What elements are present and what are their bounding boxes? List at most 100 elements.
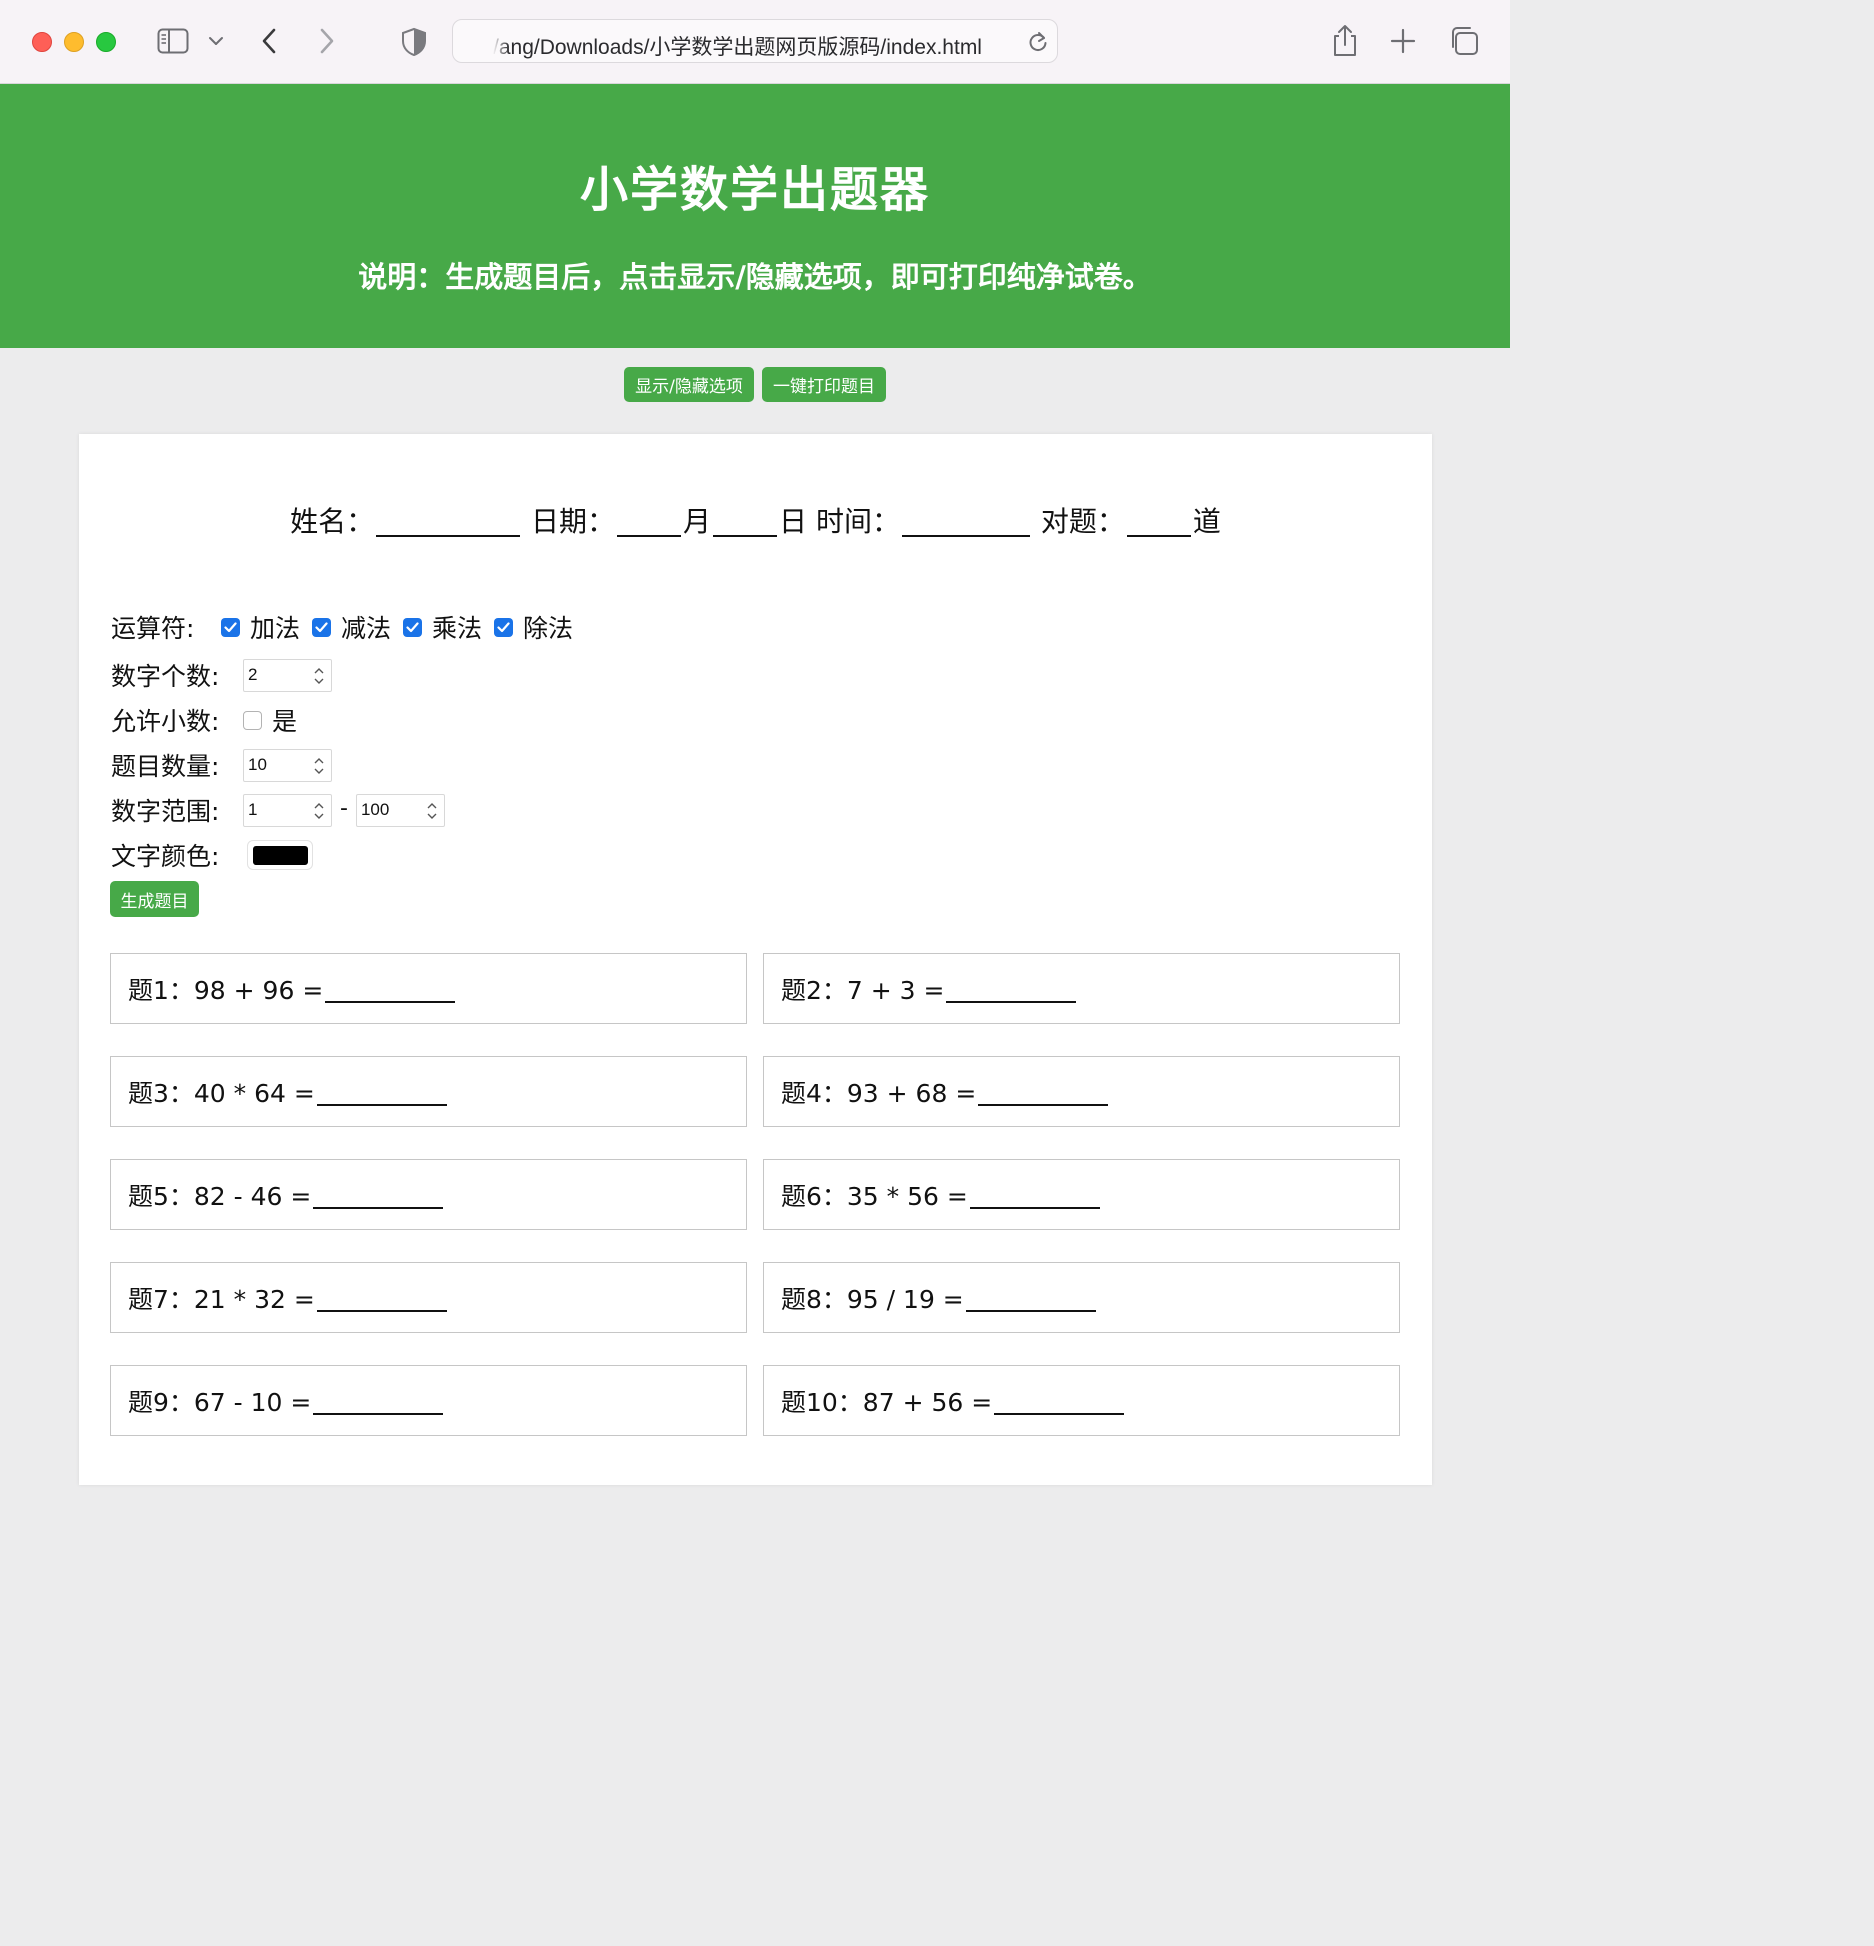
name-label: 姓名： <box>290 505 375 538</box>
browser-toolbar: /ang/Downloads/小学数学出题网页版源码/index.html <box>0 0 1510 84</box>
answer-blank <box>313 1181 444 1209</box>
question-text: 题9：67 - 10 = <box>128 1387 312 1417</box>
reload-icon[interactable] <box>1027 30 1049 58</box>
number-count-row: 数字个数: 2 <box>111 657 332 693</box>
question-text: 题10：87 + 56 = <box>781 1387 993 1417</box>
time-label: 时间： <box>815 505 900 538</box>
question-text: 题3：40 * 64 = <box>128 1078 315 1108</box>
close-window-button[interactable] <box>32 32 52 52</box>
allow-decimal-option: 是 <box>272 707 298 736</box>
number-range-row: 数字范围: 1 - 100 <box>111 792 445 828</box>
text-color-row: 文字颜色: <box>111 837 313 873</box>
range-min-input[interactable]: 1 <box>243 793 332 827</box>
question-quantity-value: 10 <box>248 755 267 774</box>
stepper-icon[interactable] <box>313 801 325 821</box>
answer-blank <box>325 975 456 1003</box>
range-max-input[interactable]: 100 <box>355 793 445 827</box>
question-item: 题1：98 + 96 = <box>110 953 747 1024</box>
question-item: 题6：35 * 56 = <box>763 1159 1400 1230</box>
text-color-swatch <box>252 845 308 865</box>
instructions-text: 说明：生成题目后，点击显示/隐藏选项，即可打印纯净试卷。 <box>358 260 1152 294</box>
range-separator: - <box>340 795 348 821</box>
correct-label: 对题： <box>1040 505 1125 538</box>
generate-questions-button[interactable]: 生成题目 <box>110 881 199 917</box>
number-count-input[interactable]: 2 <box>243 658 332 692</box>
division-checkbox[interactable] <box>494 617 514 637</box>
answer-blank <box>994 1387 1125 1415</box>
answer-blank <box>313 1387 444 1415</box>
question-quantity-label: 题目数量: <box>111 752 220 781</box>
day-blank <box>713 505 778 537</box>
allow-decimal-checkbox[interactable] <box>243 710 262 730</box>
operators-label: 运算符: <box>111 614 195 643</box>
date-label: 日期： <box>531 505 616 538</box>
answer-blank <box>316 1078 447 1106</box>
question-item: 题2：7 + 3 = <box>763 953 1400 1024</box>
question-quantity-input[interactable]: 10 <box>243 748 332 782</box>
division-label: 除法 <box>523 614 574 643</box>
correct-blank <box>1126 505 1191 537</box>
addition-checkbox[interactable] <box>221 617 240 637</box>
question-text: 题7：21 * 32 = <box>128 1284 315 1314</box>
text-color-picker[interactable] <box>247 840 313 870</box>
answer-blank <box>965 1284 1096 1312</box>
operators-row: 运算符: 加法 减法 乘法 除法 <box>111 609 585 645</box>
question-item: 题3：40 * 64 = <box>110 1056 747 1127</box>
number-range-label: 数字范围: <box>111 797 220 826</box>
worksheet-paper: 姓名： 日期： 月 日 时间： 对题： 道 运算符: 加法 减法 乘法 除法 数字个数… <box>79 434 1432 1485</box>
page-title: 小学数学出题器 <box>579 162 930 218</box>
stepper-icon[interactable] <box>313 756 325 776</box>
privacy-shield-icon[interactable] <box>400 27 428 57</box>
question-quantity-row: 题目数量: 10 <box>111 747 332 783</box>
question-text: 题1：98 + 96 = <box>128 975 324 1005</box>
share-icon[interactable] <box>1330 24 1360 58</box>
time-blank <box>901 505 1030 537</box>
correct-unit: 道 <box>1192 505 1221 538</box>
answer-blank <box>316 1284 447 1312</box>
minimize-window-button[interactable] <box>64 32 84 52</box>
number-count-label: 数字个数: <box>111 662 220 691</box>
stepper-icon[interactable] <box>426 801 438 821</box>
chevron-down-icon[interactable] <box>205 34 227 48</box>
multiplication-label: 乘法 <box>432 614 483 643</box>
student-info-line: 姓名： 日期： 月 日 时间： 对题： 道 <box>79 500 1432 540</box>
multiplication-checkbox[interactable] <box>403 617 423 637</box>
answer-blank <box>946 975 1077 1003</box>
page-header: 小学数学出题器 说明：生成题目后，点击显示/隐藏选项，即可打印纯净试卷。 <box>0 84 1510 348</box>
back-icon[interactable] <box>260 27 280 55</box>
zoom-window-button[interactable] <box>96 32 116 52</box>
new-tab-icon[interactable] <box>1390 28 1416 54</box>
tab-overview-icon[interactable] <box>1448 25 1480 57</box>
month-blank <box>617 505 682 537</box>
print-questions-button[interactable]: 一键打印题目 <box>762 367 886 402</box>
question-item: 题4：93 + 68 = <box>763 1056 1400 1127</box>
question-item: 题7：21 * 32 = <box>110 1262 747 1333</box>
range-max-value: 100 <box>360 800 390 819</box>
range-min-value: 1 <box>248 800 258 819</box>
allow-decimal-label: 允许小数: <box>111 707 220 736</box>
question-item: 题9：67 - 10 = <box>110 1365 747 1436</box>
forward-icon[interactable] <box>316 27 336 55</box>
number-count-value: 2 <box>248 665 258 684</box>
question-item: 题8：95 / 19 = <box>763 1262 1400 1333</box>
answer-blank <box>978 1078 1109 1106</box>
text-color-label: 文字颜色: <box>111 842 220 871</box>
subtraction-label: 减法 <box>341 614 392 643</box>
month-label: 月 <box>683 505 712 538</box>
sidebar-icon[interactable] <box>157 28 189 54</box>
question-text: 题6：35 * 56 = <box>781 1181 968 1211</box>
address-bar[interactable]: /ang/Downloads/小学数学出题网页版源码/index.html <box>452 19 1058 63</box>
question-text: 题2：7 + 3 = <box>781 975 945 1005</box>
subtraction-checkbox[interactable] <box>312 617 332 637</box>
question-item: 题10：87 + 56 = <box>763 1365 1400 1436</box>
allow-decimal-row: 允许小数: 是 <box>111 702 297 738</box>
answer-blank <box>969 1181 1100 1209</box>
question-text: 题8：95 / 19 = <box>781 1284 964 1314</box>
question-item: 题5：82 - 46 = <box>110 1159 747 1230</box>
url-text: /ang/Downloads/小学数学出题网页版源码/index.html <box>493 36 982 59</box>
name-blank <box>376 505 521 537</box>
addition-label: 加法 <box>250 614 301 643</box>
toggle-options-button[interactable]: 显示/隐藏选项 <box>624 367 754 402</box>
day-label: 日 <box>779 505 808 538</box>
stepper-icon[interactable] <box>313 666 325 686</box>
